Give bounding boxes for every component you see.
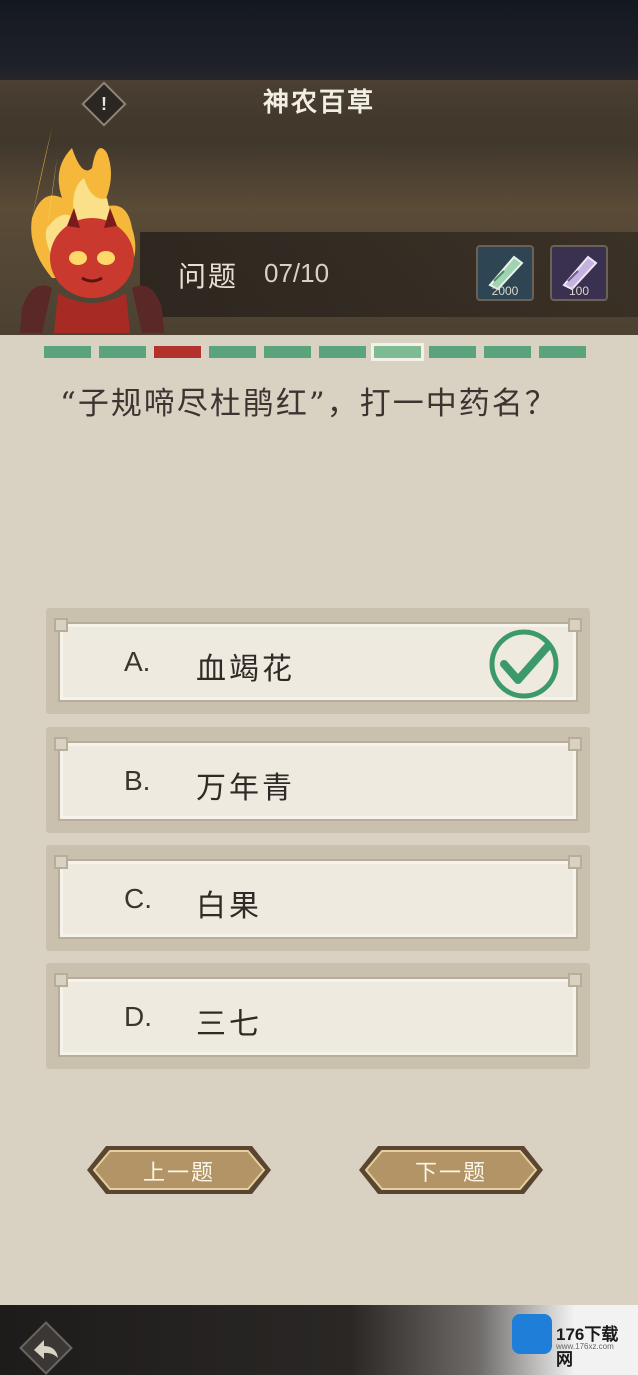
option-letter: B.: [124, 765, 151, 796]
progress-segment-correct: [264, 346, 311, 358]
progress-segment-current: [371, 343, 424, 361]
progress-segment-wrong: [154, 346, 201, 358]
option-letter: D.: [124, 1001, 152, 1032]
question-label: 问题: [178, 260, 239, 293]
question-text: “子规啼尽杜鹃红”，打一中药名？: [60, 386, 558, 422]
progress-segment-correct: [429, 346, 476, 358]
option-b-button[interactable]: B. 万年青: [54, 737, 582, 821]
option-c-wrapper: C. 白果: [46, 845, 590, 951]
option-a-button[interactable]: A. 血竭花: [54, 618, 582, 702]
green-herb-item[interactable]: 2000: [476, 245, 534, 301]
watermark-logo-icon: [512, 1314, 552, 1354]
option-text: 血竭花: [196, 652, 295, 687]
green-herb-count: 2000: [491, 284, 519, 298]
prev-button-label: 上一题: [142, 1161, 215, 1186]
option-text: 三七: [196, 1007, 262, 1042]
option-letter: A.: [124, 646, 151, 677]
next-question-button[interactable]: 下一题: [356, 1143, 546, 1197]
progress-segment-correct: [44, 346, 91, 358]
purple-herb-item[interactable]: 100: [550, 245, 608, 301]
correct-check-icon: [489, 629, 559, 699]
progress-segment-correct: [539, 346, 586, 358]
purple-herb-count: 100: [568, 284, 590, 298]
progress-segment-correct: [319, 346, 366, 358]
prev-question-button[interactable]: 上一题: [84, 1143, 274, 1197]
option-text: 万年青: [196, 771, 295, 806]
option-a-wrapper: A. 血竭花: [46, 608, 590, 714]
progress-segment-correct: [209, 346, 256, 358]
watermark-url: www.176xz.com: [556, 1342, 614, 1351]
option-text: 白果: [196, 889, 262, 924]
progress-bar: [44, 343, 586, 361]
next-button-label: 下一题: [414, 1161, 487, 1186]
progress-segment-correct: [99, 346, 146, 358]
question-counter: 07/10: [264, 258, 330, 288]
option-d-wrapper: D. 三七: [46, 963, 590, 1069]
option-d-button[interactable]: D. 三七: [54, 973, 582, 1057]
watermark: 176下载网 www.176xz.com: [512, 1314, 632, 1369]
option-letter: C.: [124, 883, 152, 914]
option-b-wrapper: B. 万年青: [46, 727, 590, 833]
progress-segment-correct: [484, 346, 531, 358]
option-c-button[interactable]: C. 白果: [54, 855, 582, 939]
fire-demon-mascot-icon: [20, 128, 164, 333]
back-arrow-icon[interactable]: [18, 1320, 74, 1375]
